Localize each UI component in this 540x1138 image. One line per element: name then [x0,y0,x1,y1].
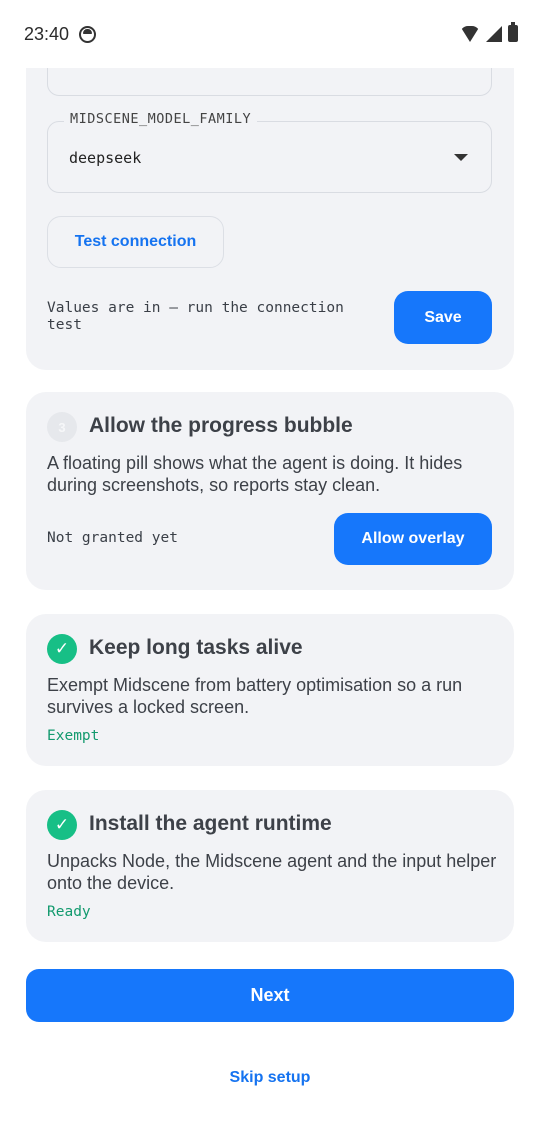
step-title: Install the agent runtime [89,812,332,835]
step-progress-bubble-card: 3 Allow the progress bubble A floating p… [26,392,514,590]
check-icon: ✓ [47,634,77,664]
cell-signal-icon [486,26,502,42]
next-button[interactable]: Next [26,969,514,1022]
save-button[interactable]: Save [394,291,492,344]
step-description: A floating pill shows what the agent is … [47,453,463,495]
step-status: Not granted yet [47,530,178,546]
step-description: Exempt Midscene from battery optimisatio… [47,675,463,717]
check-icon: ✓ [47,810,77,840]
face-notification-icon [79,26,96,43]
allow-overlay-button[interactable]: Allow overlay [334,513,492,565]
test-connection-button[interactable]: Test connection [47,216,224,268]
model-family-label: MIDSCENE_MODEL_FAMILY [64,111,258,127]
status-bar: 23:40 [0,0,540,68]
step-title: Allow the progress bubble [89,414,353,437]
step-title: Keep long tasks alive [89,636,303,659]
status-time: 23:40 [24,24,70,44]
battery-icon [508,22,518,42]
dropdown-arrow-icon[interactable] [454,154,468,161]
wifi-icon [460,26,480,42]
step-description: Unpacks Node, the Midscene agent and the… [47,851,497,893]
model-config-card: ... MIDSCENE_MODEL_FAMILY deepseek Test … [26,30,514,370]
status-icons [460,22,518,42]
connection-hint: Values are in — run the connection test [47,300,344,333]
step-number-badge: 3 [47,412,77,442]
step-battery-card: ✓ Keep long tasks alive Exempt Midscene … [26,614,514,766]
step-status: Exempt [47,728,100,744]
step-status: Ready [47,904,91,920]
model-family-value: deepseek [69,149,142,167]
model-family-select[interactable]: MIDSCENE_MODEL_FAMILY deepseek [47,111,492,193]
step-runtime-card: ✓ Install the agent runtime Unpacks Node… [26,790,514,942]
skip-setup-link[interactable]: Skip setup [0,1069,540,1087]
